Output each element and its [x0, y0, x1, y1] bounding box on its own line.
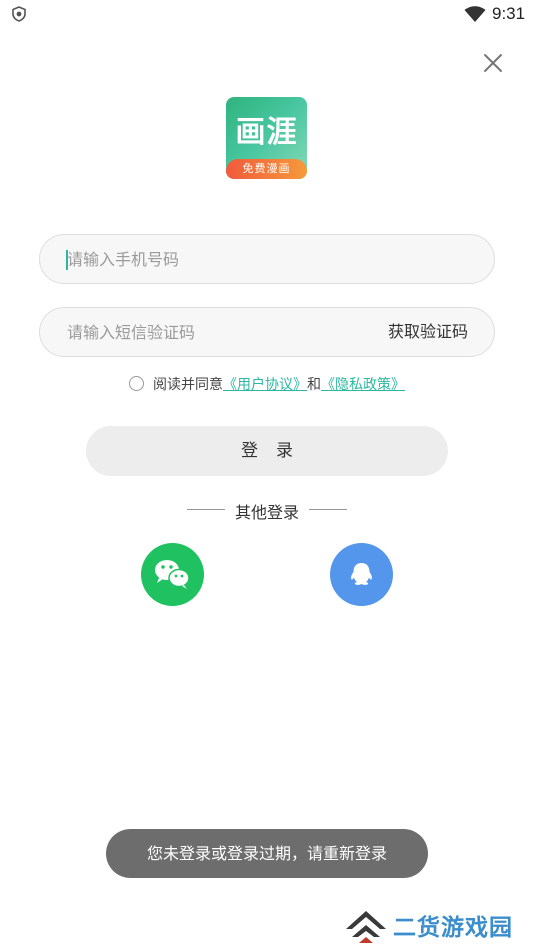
qq-icon [351, 563, 372, 585]
other-login-divider: 其他登录 [0, 498, 534, 522]
phone-field[interactable] [39, 234, 495, 284]
privacy-policy-link[interactable]: 《隐私政策》 [321, 377, 405, 393]
logo-title: 画涯 [235, 115, 298, 150]
divider-line [309, 509, 347, 510]
divider-line [187, 509, 225, 510]
wifi-icon [464, 6, 486, 22]
user-agreement-link[interactable]: 《用户协议》 [223, 377, 307, 393]
get-code-button[interactable]: 获取验证码 [388, 308, 468, 356]
wechat-login-button[interactable] [141, 543, 204, 606]
wechat-icon [155, 560, 190, 589]
toast-message: 您未登录或登录过期，请重新登录 [106, 829, 428, 878]
close-icon[interactable] [478, 48, 508, 78]
status-bar: 9:31 [0, 0, 534, 30]
login-button[interactable]: 登录 [86, 426, 448, 476]
phone-input[interactable] [67, 235, 367, 283]
agreement-text: 阅读并同意《用户协议》和《隐私政策》 [153, 374, 405, 394]
sms-code-field[interactable]: 获取验证码 [39, 307, 495, 357]
sms-code-input[interactable] [67, 308, 367, 356]
app-logo: 画涯 免费漫画 [226, 97, 307, 179]
other-login-label: 其他登录 [235, 503, 300, 522]
chevron-logo-icon [346, 911, 386, 943]
shield-icon [12, 6, 26, 22]
agreement-conjunction: 和 [307, 377, 321, 393]
status-time: 9:31 [492, 4, 526, 23]
qq-login-button[interactable] [330, 543, 393, 606]
site-watermark: 二货游戏园 [342, 905, 534, 949]
logo-badge: 免费漫画 [226, 159, 307, 179]
watermark-text: 二货游戏园 [393, 915, 513, 941]
agree-radio[interactable] [129, 376, 144, 391]
agreement-prefix: 阅读并同意 [153, 377, 223, 393]
